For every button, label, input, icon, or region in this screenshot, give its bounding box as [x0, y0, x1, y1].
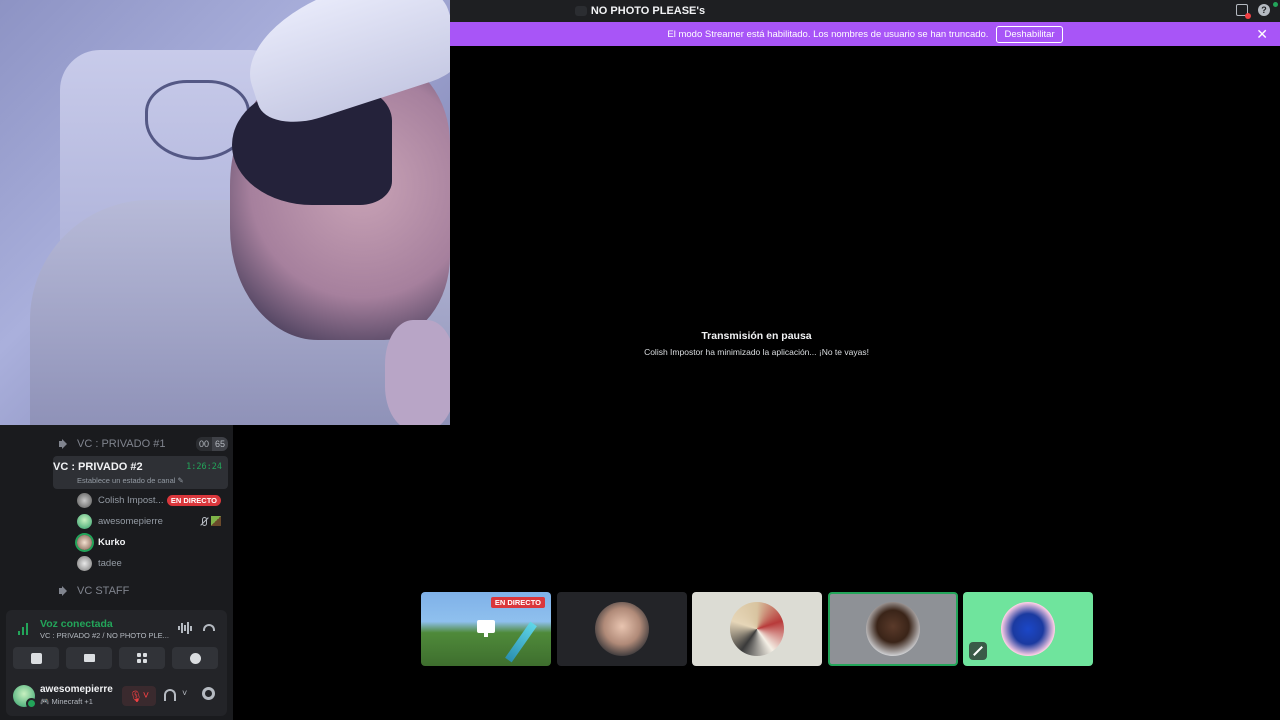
- member-name: Kurko: [98, 536, 126, 548]
- avatar: [77, 555, 92, 571]
- inbox-icon[interactable]: [1236, 4, 1251, 19]
- screen-share-icon: [477, 620, 495, 637]
- notification-dot: [1273, 2, 1278, 7]
- voice-actions: [13, 647, 220, 669]
- user-activity: 🎮 Minecraft +1: [40, 697, 93, 706]
- live-badge: EN DIRECTO: [166, 494, 221, 506]
- participant-tile[interactable]: [963, 592, 1093, 666]
- window-title: NO PHOTO PLEASE's: [590, 5, 706, 17]
- participant-tile[interactable]: [557, 592, 687, 666]
- avatar: [77, 492, 92, 508]
- stream-tile[interactable]: EN DIRECTO: [421, 592, 551, 666]
- user-avatar[interactable]: [13, 685, 37, 709]
- username[interactable]: awesomepierre: [40, 684, 113, 695]
- mic-muted-icon: [199, 516, 208, 526]
- activities-button[interactable]: [119, 647, 165, 669]
- screen-share-button[interactable]: [66, 647, 112, 669]
- member-item[interactable]: awesomepierre: [77, 512, 227, 530]
- discord-app: NO PHOTO PLEASE's ? El modo Streamer est…: [0, 0, 1280, 720]
- member-status-icons: [199, 516, 221, 526]
- avatar: [595, 602, 649, 656]
- user-limit-badge: 00 65: [195, 437, 228, 451]
- participant-tile-speaking[interactable]: [828, 592, 958, 666]
- soundboard-button[interactable]: [172, 647, 218, 669]
- webcam-video[interactable]: [0, 0, 450, 425]
- camera-button[interactable]: [13, 647, 59, 669]
- member-name: Colish Impost...: [98, 494, 164, 506]
- voice-channel-privado-2[interactable]: VC : PRIVADO #2 1:26:24 Establece un est…: [53, 456, 228, 489]
- disconnect-icon[interactable]: [203, 624, 215, 631]
- member-item[interactable]: Colish Impost... EN DIRECTO: [77, 491, 227, 509]
- user-limit: 65: [211, 437, 228, 451]
- voice-connection-panel: Voz conectada VC : PRIVADO #2 / NO PHOTO…: [6, 610, 227, 676]
- headset-icon[interactable]: [164, 689, 176, 701]
- screen-share-icon: [83, 654, 95, 662]
- member-item[interactable]: Kurko: [77, 533, 227, 551]
- user-count: 00: [195, 437, 212, 451]
- member-item[interactable]: tadee: [77, 554, 227, 572]
- close-icon[interactable]: ✕: [1256, 26, 1268, 43]
- server-icon: [574, 6, 587, 16]
- live-badge: EN DIRECTO: [490, 597, 545, 608]
- avatar: [77, 534, 92, 550]
- voice-channel-privado-1[interactable]: VC : PRIVADO #1 00 65: [53, 434, 228, 454]
- speaker-icon: [59, 586, 71, 596]
- voice-channel-staff[interactable]: VC STAFF: [53, 581, 228, 601]
- person-hand: [385, 320, 450, 425]
- channel-timer: 1:26:24: [186, 462, 222, 472]
- stream-paused-message: Transmisión en pausa Colish Impostor ha …: [450, 330, 1063, 357]
- camera-off-icon: [30, 652, 42, 664]
- chevron-down-icon[interactable]: ˅: [182, 688, 187, 698]
- channel-name: VC : PRIVADO #2: [53, 461, 143, 473]
- minecraft-icon: [211, 516, 221, 526]
- streamer-mode-banner: El modo Streamer está habilitado. Los no…: [450, 22, 1280, 46]
- signal-icon[interactable]: [18, 623, 30, 635]
- avatar: [1001, 602, 1055, 656]
- member-name: tadee: [98, 557, 122, 569]
- avatar: [730, 602, 784, 656]
- participant-tile[interactable]: [692, 592, 822, 666]
- mic-muted-icon: 🎙: [128, 690, 143, 703]
- activities-icon: [137, 653, 147, 663]
- member-name: awesomepierre: [98, 515, 163, 527]
- user-panel: awesomepierre 🎮 Minecraft +1 🎙 ˅ ˅: [6, 676, 227, 716]
- noise-suppression-icon[interactable]: [178, 622, 192, 634]
- title-bar-actions: ?: [1236, 4, 1270, 19]
- disable-streamer-mode-button[interactable]: Deshabilitar: [996, 25, 1063, 43]
- mute-button[interactable]: 🎙 ˅: [122, 686, 156, 706]
- speaker-icon: [59, 439, 71, 449]
- voice-channel-path[interactable]: VC : PRIVADO #2 / NO PHOTO PLE...: [40, 631, 172, 640]
- avatar: [77, 513, 92, 529]
- mic-muted-icon: [969, 642, 987, 660]
- game-scene: [505, 621, 537, 663]
- avatar: [866, 602, 920, 656]
- stream-paused-text: Colish Impostor ha minimizado la aplicac…: [644, 347, 869, 357]
- channel-name: VC STAFF: [77, 585, 130, 597]
- gear-icon[interactable]: [202, 687, 215, 700]
- soundboard-icon: [189, 652, 201, 664]
- help-icon[interactable]: ?: [1258, 4, 1270, 16]
- banner-text: El modo Streamer está habilitado. Los no…: [667, 28, 989, 40]
- stream-paused-title: Transmisión en pausa: [701, 330, 812, 342]
- channel-name: VC : PRIVADO #1: [77, 438, 166, 450]
- channel-status[interactable]: Establece un estado de canal ✎: [77, 476, 184, 485]
- voice-status-title: Voz conectada: [40, 618, 113, 630]
- channel-row: VC : PRIVADO #2 1:26:24: [53, 458, 228, 476]
